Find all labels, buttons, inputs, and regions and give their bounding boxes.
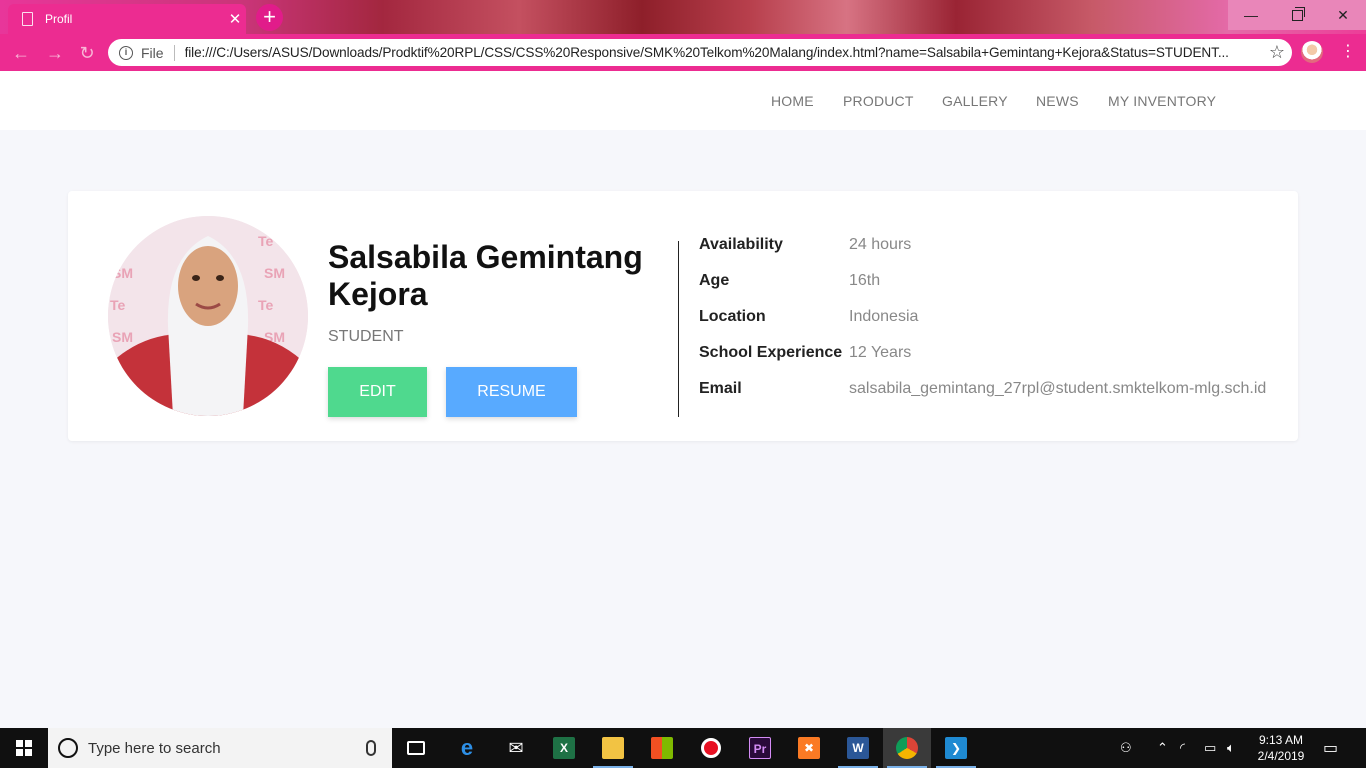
taskbar-search[interactable]: Type here to search bbox=[48, 728, 392, 768]
menu-dots-icon[interactable]: ⋮ bbox=[1338, 42, 1358, 62]
restore-button[interactable] bbox=[1274, 0, 1320, 30]
taskbar-chrome[interactable] bbox=[883, 728, 931, 768]
nav-gallery[interactable]: GALLERY bbox=[942, 93, 1008, 109]
system-clock[interactable]: 9:13 AM 2/4/2019 bbox=[1252, 732, 1310, 764]
browser-tab[interactable]: Profil ✕ bbox=[8, 4, 246, 34]
tab-title: Profil bbox=[45, 12, 73, 26]
clock-date: 2/4/2019 bbox=[1257, 749, 1305, 763]
chrome-icon bbox=[896, 737, 918, 759]
microphone-icon[interactable] bbox=[366, 740, 376, 756]
task-view-button[interactable] bbox=[392, 728, 440, 768]
site-navbar: HOME PRODUCT GALLERY NEWS MY INVENTORY bbox=[0, 71, 1366, 130]
vscode-icon: ❯ bbox=[945, 737, 967, 759]
taskbar-xampp[interactable]: ✖ bbox=[785, 728, 833, 768]
back-arrow-icon[interactable]: ← bbox=[8, 40, 34, 66]
detail-label: School Experience bbox=[699, 344, 843, 361]
taskbar-mail[interactable]: ✉ bbox=[492, 728, 540, 768]
profile-name: Salsabila Gemintang Kejora bbox=[328, 239, 643, 312]
mail-icon: ✉ bbox=[508, 738, 524, 758]
reload-icon[interactable]: ↻ bbox=[74, 40, 100, 66]
store-icon bbox=[651, 737, 673, 759]
detail-value: 24 hours bbox=[849, 236, 912, 253]
info-icon[interactable]: i bbox=[119, 45, 133, 60]
wifi-icon[interactable]: ◜ bbox=[1180, 728, 1185, 768]
edit-button[interactable]: EDIT bbox=[328, 367, 427, 417]
premiere-icon: Pr bbox=[749, 737, 771, 759]
taskbar-vscode[interactable]: ❯ bbox=[932, 728, 980, 768]
detail-value[interactable]: salsabila_gemintang_27rpl@student.smktel… bbox=[849, 380, 1266, 398]
taskbar-edge[interactable]: e bbox=[443, 728, 491, 768]
svg-text:Te: Te bbox=[258, 233, 274, 249]
taskbar-excel[interactable]: X bbox=[540, 728, 588, 768]
forward-arrow-icon[interactable]: → bbox=[42, 40, 68, 66]
battery-icon[interactable]: ▭ bbox=[1204, 728, 1216, 768]
nav-my-inventory[interactable]: MY INVENTORY bbox=[1108, 93, 1216, 109]
bookmark-star-icon[interactable]: ☆ bbox=[1262, 42, 1292, 63]
people-icon[interactable]: ⚇ bbox=[1120, 728, 1132, 768]
taskbar-recorder[interactable] bbox=[687, 728, 735, 768]
address-bar[interactable]: i File file:///C:/Users/ASUS/Downloads/P… bbox=[108, 39, 1292, 66]
notifications-icon[interactable]: ▭ bbox=[1323, 728, 1338, 768]
url-scheme: File bbox=[141, 44, 164, 61]
minimize-button[interactable]: — bbox=[1228, 0, 1274, 30]
profile-role: STUDENT bbox=[328, 328, 404, 345]
nav-product[interactable]: PRODUCT bbox=[843, 93, 914, 109]
clock-time: 9:13 AM bbox=[1258, 733, 1304, 747]
page-icon bbox=[22, 12, 33, 26]
cortana-icon bbox=[58, 738, 78, 758]
edge-icon: e bbox=[460, 735, 474, 760]
svg-text:SM: SM bbox=[264, 265, 285, 281]
start-button[interactable] bbox=[0, 728, 48, 768]
show-hidden-icons-chevron-icon[interactable]: ⌃ bbox=[1157, 728, 1168, 768]
word-icon: W bbox=[847, 737, 869, 759]
volume-icon[interactable]: 🔈︎ bbox=[1227, 728, 1235, 768]
xampp-icon: ✖ bbox=[798, 737, 820, 759]
profile-card: TeSMTeSMTe TeSMTeSMTe Salsabila Gemintan… bbox=[68, 191, 1298, 441]
vertical-divider bbox=[678, 241, 679, 417]
svg-text:Te: Te bbox=[110, 297, 126, 313]
detail-label: Email bbox=[699, 380, 742, 397]
folder-icon bbox=[602, 737, 624, 759]
taskbar-store[interactable] bbox=[638, 728, 686, 768]
restore-icon bbox=[1291, 6, 1305, 21]
detail-value: Indonesia bbox=[849, 308, 919, 325]
task-view-icon bbox=[407, 741, 425, 755]
detail-label: Availability bbox=[699, 236, 783, 253]
taskbar-premiere[interactable]: Pr bbox=[736, 728, 784, 768]
divider bbox=[173, 44, 175, 61]
new-tab-button[interactable]: + bbox=[256, 4, 283, 31]
taskbar-word[interactable]: W bbox=[834, 728, 882, 768]
search-placeholder: Type here to search bbox=[88, 739, 221, 757]
detail-value: 16th bbox=[849, 272, 881, 289]
close-window-button[interactable]: ✕ bbox=[1320, 0, 1366, 30]
svg-text:Te: Te bbox=[258, 297, 274, 313]
url-text[interactable]: file:///C:/Users/ASUS/Downloads/Prodktif… bbox=[185, 45, 1262, 60]
svg-text:SM: SM bbox=[112, 265, 133, 281]
excel-icon: X bbox=[553, 737, 575, 759]
svg-text:Te: Te bbox=[112, 233, 128, 249]
detail-label: Age bbox=[699, 272, 730, 289]
windows-logo-icon bbox=[16, 740, 32, 756]
tab-close-icon[interactable]: ✕ bbox=[224, 10, 246, 28]
windows-taskbar: Type here to search e ✉ X Pr ✖ W ❯ ⚇ ⌃ ◜… bbox=[0, 728, 1366, 768]
record-icon bbox=[701, 738, 721, 758]
detail-label: Location bbox=[699, 308, 766, 325]
profile-photo: TeSMTeSMTe TeSMTeSMTe bbox=[108, 216, 308, 416]
detail-value: 12 Years bbox=[849, 344, 912, 361]
nav-news[interactable]: NEWS bbox=[1036, 93, 1079, 109]
nav-home[interactable]: HOME bbox=[771, 93, 814, 109]
user-avatar-icon[interactable] bbox=[1301, 41, 1323, 63]
resume-button[interactable]: RESUME bbox=[446, 367, 577, 417]
svg-text:SM: SM bbox=[112, 329, 133, 345]
taskbar-file-explorer[interactable] bbox=[589, 728, 637, 768]
